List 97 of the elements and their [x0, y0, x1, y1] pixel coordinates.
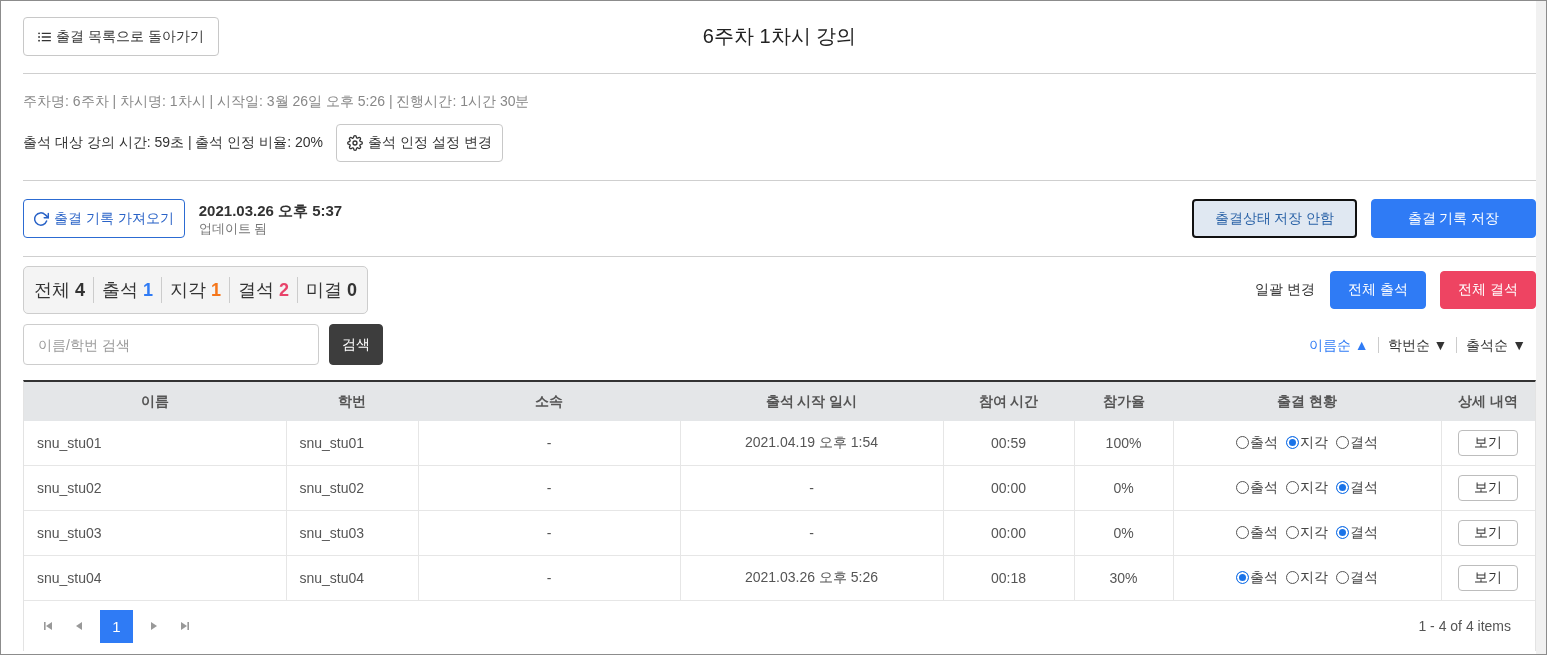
radio-label[interactable]: 지각	[1300, 478, 1328, 497]
view-detail-button[interactable]: 보기	[1458, 430, 1519, 456]
attendance-settings-button[interactable]: 출석 인정 설정 변경	[336, 124, 503, 162]
bulk-change-label: 일괄 변경	[1255, 281, 1315, 299]
table-cell: 2021.04.19 오후 1:54	[680, 421, 943, 466]
radio-button[interactable]	[1336, 481, 1349, 495]
table-cell: -	[680, 510, 943, 556]
view-detail-button[interactable]: 보기	[1458, 565, 1519, 591]
column-header: 참가율	[1074, 382, 1173, 421]
sort-link[interactable]: 이름순 ▲	[1299, 336, 1378, 353]
save-records-button[interactable]: 출결 기록 저장	[1371, 199, 1536, 238]
update-status: 업데이트 됨	[198, 219, 268, 237]
table-cell: -	[418, 421, 680, 466]
column-header: 참여 시간	[943, 382, 1074, 421]
table-cell: 00:00	[943, 465, 1074, 511]
bulk-action-button[interactable]: 전체 결석	[1440, 271, 1536, 309]
radio-button[interactable]	[1286, 436, 1299, 450]
next-page-icon[interactable]	[151, 622, 157, 630]
table-cell: -	[418, 555, 680, 601]
table-cell: -	[418, 465, 680, 511]
page-title: 6주차 1차시 강의	[702, 24, 857, 49]
column-header: 학번	[286, 382, 418, 421]
radio-button[interactable]	[1286, 571, 1299, 585]
view-detail-button[interactable]: 보기	[1458, 475, 1519, 501]
settings-icon	[347, 135, 363, 151]
status-count-label: 전체	[34, 279, 70, 302]
radio-label[interactable]: 지각	[1300, 523, 1328, 542]
radio-label[interactable]: 출석	[1250, 433, 1278, 452]
table-cell: snu_stu03	[286, 510, 418, 556]
table-cell: 30%	[1074, 555, 1173, 601]
column-header: 상세 내역	[1441, 382, 1535, 421]
refresh-icon	[34, 211, 49, 226]
table-cell: snu_stu04	[286, 555, 418, 601]
table-cell: 0%	[1074, 465, 1173, 511]
radio-button[interactable]	[1236, 436, 1249, 450]
back-to-list-button[interactable]: 출결 목록으로 돌아가기	[23, 17, 219, 56]
table-cell: 00:59	[943, 421, 1074, 466]
discard-status-button[interactable]: 출결상태 저장 안함	[1192, 199, 1357, 238]
table-cell: snu_stu02	[286, 465, 418, 511]
table-cell: snu_stu01	[286, 421, 418, 466]
radio-label[interactable]: 결석	[1350, 433, 1378, 452]
radio-label[interactable]: 지각	[1300, 568, 1328, 587]
session-info-text: 주차명: 6주차 | 차시명: 1차시 | 시작일: 3월 26일 오후 5:26 | 진행시간: 1시간 30분	[23, 93, 531, 109]
table-cell: snu_stu03	[24, 510, 286, 556]
radio-button[interactable]	[1236, 571, 1249, 585]
radio-button[interactable]	[1236, 526, 1249, 540]
radio-button[interactable]	[1336, 526, 1349, 540]
column-header: 출결 현황	[1173, 382, 1441, 421]
page-number-button[interactable]: 1	[100, 609, 133, 643]
radio-button[interactable]	[1336, 571, 1349, 585]
table-cell: snu_stu02	[24, 465, 286, 511]
status-count: 1	[211, 279, 222, 302]
search-button[interactable]: 검색	[329, 324, 383, 365]
radio-label[interactable]: 출석	[1250, 568, 1278, 587]
pagination-summary: 1 - 4 of 4 items	[1418, 618, 1511, 634]
status-count-label: 출석	[102, 279, 138, 302]
bulk-action-button[interactable]: 전체 출석	[1330, 271, 1426, 309]
search-field[interactable]: 이름/학번 검색	[23, 324, 319, 365]
sort-link[interactable]: 학번순 ▼	[1377, 336, 1457, 353]
table-cell: snu_stu01	[24, 421, 286, 466]
list-icon	[38, 31, 51, 42]
sort-link[interactable]: 출석순 ▼	[1456, 336, 1535, 353]
table-cell: 00:00	[943, 510, 1074, 556]
radio-button[interactable]	[1236, 481, 1249, 495]
status-count: 2	[279, 279, 290, 302]
update-time: 2021.03.26 오후 5:37	[198, 200, 343, 220]
last-page-icon[interactable]	[181, 622, 189, 630]
attendance-criteria-text: 출석 대상 강의 시간: 59초 | 출석 인정 비율: 20%	[23, 134, 323, 152]
status-count: 1	[143, 279, 154, 302]
status-count-label: 결석	[238, 279, 275, 302]
radio-label[interactable]: 결석	[1350, 478, 1378, 497]
status-count: 0	[347, 279, 358, 302]
view-detail-button[interactable]: 보기	[1458, 520, 1519, 546]
radio-button[interactable]	[1286, 526, 1299, 540]
radio-button[interactable]	[1286, 481, 1299, 495]
table-cell: 2021.03.26 오후 5:26	[680, 555, 943, 601]
previous-page-icon[interactable]	[76, 622, 82, 630]
column-header: 이름	[24, 382, 286, 421]
radio-label[interactable]: 결석	[1350, 523, 1378, 542]
status-count-label: 미결	[306, 279, 343, 302]
column-header: 출석 시작 일시	[680, 382, 943, 421]
radio-button[interactable]	[1336, 436, 1349, 450]
status-count: 4	[75, 279, 85, 302]
fetch-records-button[interactable]: 출결 기록 가져오기	[23, 199, 185, 238]
table-cell: 0%	[1074, 510, 1173, 556]
table-cell: -	[680, 465, 943, 511]
status-count-label: 지각	[170, 279, 207, 302]
first-page-icon[interactable]	[44, 622, 52, 630]
radio-label[interactable]: 출석	[1250, 478, 1278, 497]
radio-label[interactable]: 지각	[1300, 433, 1328, 452]
table-cell: 100%	[1074, 421, 1173, 466]
table-cell: snu_stu04	[24, 555, 286, 601]
column-header: 소속	[418, 382, 680, 421]
table-cell: 00:18	[943, 555, 1074, 601]
table-cell: -	[418, 510, 680, 556]
radio-label[interactable]: 결석	[1350, 568, 1378, 587]
radio-label[interactable]: 출석	[1250, 523, 1278, 542]
